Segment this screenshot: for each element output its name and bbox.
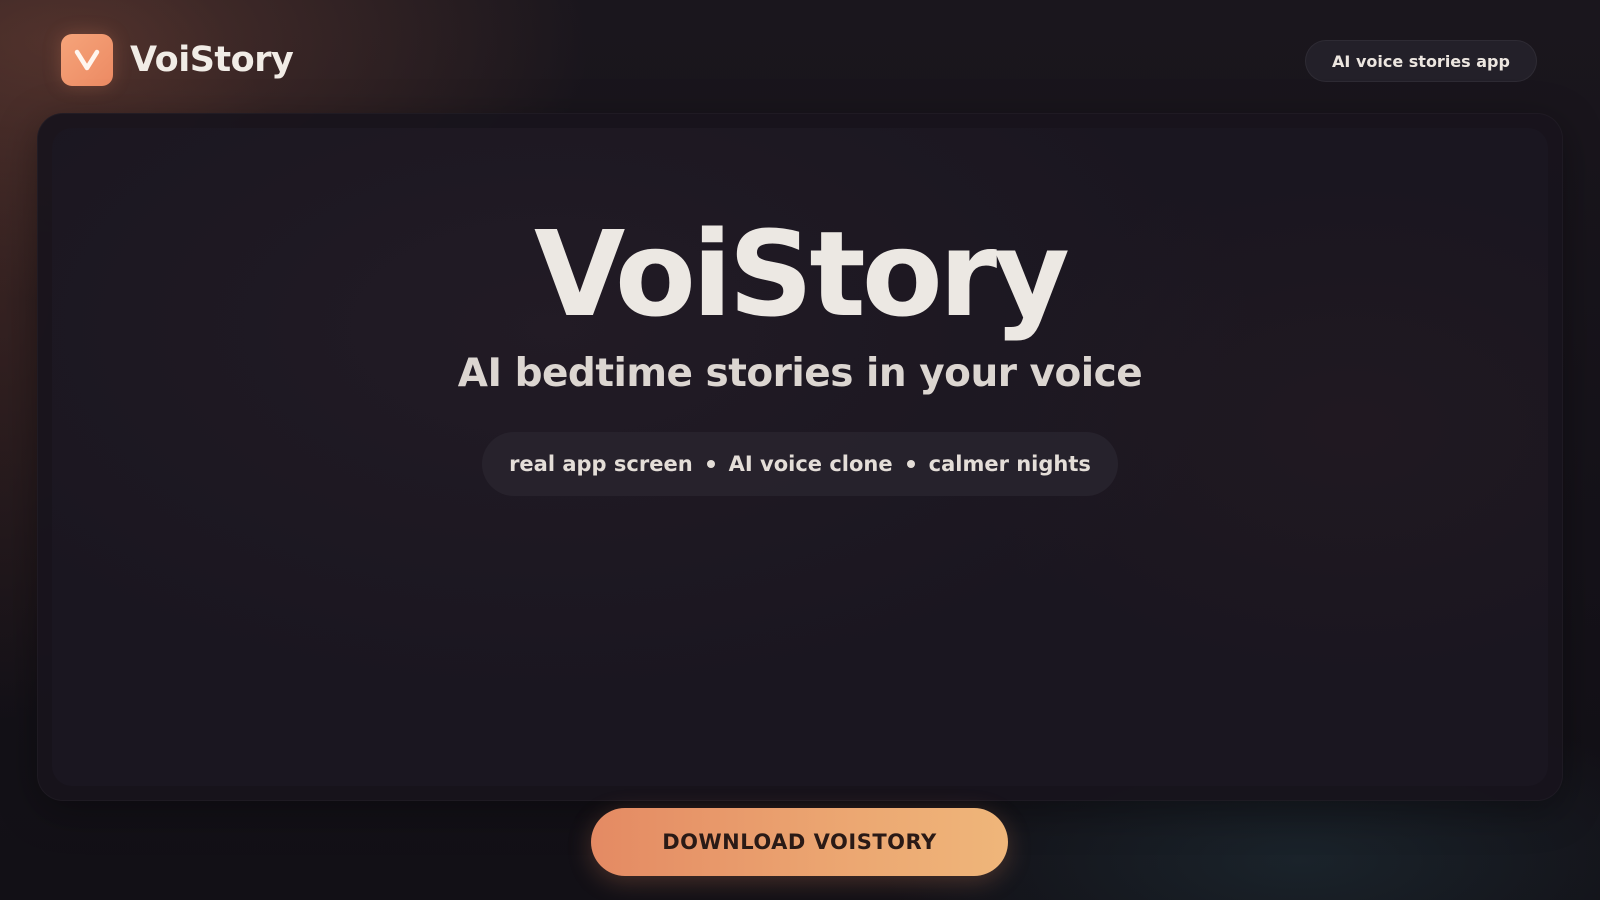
app-badge[interactable]: AI voice stories app (1305, 40, 1537, 82)
v-letter-logo-icon (61, 34, 113, 86)
brand-name: VoiStory (130, 40, 294, 80)
download-button[interactable]: DOWNLOAD VOISTORY (591, 808, 1008, 876)
feature-tag: real app screen (509, 452, 693, 476)
landing-page: VoiStory AI voice stories app VoiStory A… (0, 0, 1600, 900)
logo-v-glyph (74, 49, 100, 71)
hero-title: VoiStory (534, 205, 1070, 343)
brand-logo[interactable]: VoiStory (61, 34, 294, 86)
bullet-separator-icon (906, 460, 915, 468)
hero-subtitle: AI bedtime stories in your voice (457, 351, 1143, 396)
feature-tag: calmer nights (928, 452, 1091, 476)
bullet-separator-icon (706, 460, 715, 468)
feature-tag: AI voice clone (728, 452, 893, 476)
feature-tags: real app screen AI voice clone calmer ni… (482, 432, 1118, 496)
